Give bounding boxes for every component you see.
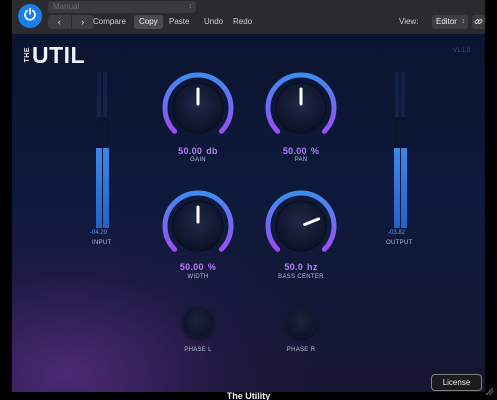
output-meter-right (401, 117, 407, 228)
width-label: WIDTH (187, 274, 209, 280)
gain-knob[interactable] (160, 70, 236, 146)
knob-body (275, 200, 327, 252)
prev-preset-button[interactable]: ‹ (48, 15, 71, 29)
output-value: -03.82 (388, 230, 406, 236)
compare-button[interactable]: Compare (88, 15, 131, 29)
pan-value: 50.00% (282, 146, 320, 156)
footer-title: The Utility (226, 391, 271, 400)
width-knob[interactable] (160, 188, 236, 264)
logo: THE UTIL (24, 42, 85, 68)
paste-button[interactable]: Paste (164, 15, 194, 29)
pan-label: PAN (294, 157, 308, 163)
pan-knob[interactable] (263, 70, 339, 146)
plugin-panel: THE UTIL V1.1.0 -04.29 INPUT -03.82 OUTP… (12, 34, 485, 392)
bass-center-label: BASS CENTER (278, 274, 324, 280)
gain-label: GAIN (190, 157, 206, 163)
phase-l-knob[interactable] (183, 307, 213, 337)
gain-value: 50.00 db (178, 146, 218, 156)
license-button[interactable]: License (431, 374, 482, 391)
input-meter-right (103, 117, 109, 228)
phase-r-knob[interactable] (286, 307, 316, 337)
resize-grip-icon[interactable] (484, 386, 494, 396)
chevron-updown-icon: ↕ (188, 3, 193, 10)
output-meter-fill (401, 148, 407, 228)
host-toolbar: Manual ↕ ‹ › Compare Copy Paste Undo Red… (12, 0, 485, 34)
logo-the: THE (24, 47, 31, 63)
view-value: Editor (436, 17, 457, 26)
input-label: INPUT (92, 240, 112, 246)
link-icon (474, 13, 483, 31)
input-meter-track-left (97, 72, 101, 117)
power-icon (23, 7, 37, 26)
input-value: -04.29 (90, 230, 108, 236)
output-meter-left (394, 117, 400, 228)
output-meter-track-left (395, 72, 399, 117)
input-meter-fill (103, 148, 109, 228)
phase-l-label: PHASE L (184, 347, 212, 353)
chevron-updown-icon: ↕ (461, 18, 466, 25)
output-meter-fill (394, 148, 400, 228)
input-meter-track-right (103, 72, 107, 117)
output-meter-track-right (401, 72, 405, 117)
width-value: 50.00% (179, 262, 217, 272)
preset-select[interactable]: Manual ↕ (48, 1, 196, 13)
power-button[interactable] (18, 4, 42, 28)
view-select[interactable]: Editor ↕ (432, 15, 468, 29)
preset-name: Manual (53, 2, 80, 11)
input-meter-fill (96, 148, 102, 228)
logo-util: UTIL (32, 41, 86, 68)
copy-button[interactable]: Copy (134, 15, 163, 29)
link-button[interactable] (472, 15, 485, 29)
bass-center-knob[interactable] (263, 188, 339, 264)
phase-r-label: PHASE R (286, 347, 316, 353)
input-meter-left (96, 117, 102, 228)
version-label: V1.1.0 (453, 48, 471, 54)
undo-button[interactable]: Undo (199, 15, 228, 29)
bass-center-value: 50.0 hz (284, 262, 318, 272)
output-label: OUTPUT (386, 240, 413, 246)
view-label: View: (399, 17, 419, 26)
redo-button[interactable]: Redo (228, 15, 257, 29)
